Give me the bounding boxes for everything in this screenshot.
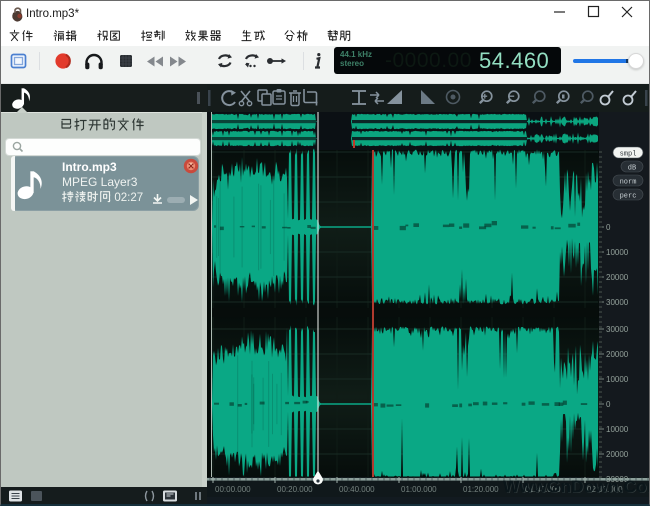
svg-text:perc: perc <box>620 193 637 201</box>
svg-text:00:00.000: 00:00.000 <box>215 485 251 494</box>
svg-text:10000: 10000 <box>606 248 629 257</box>
svg-text:dB: dB <box>628 165 636 173</box>
svg-text:smpl: smpl <box>620 151 637 159</box>
svg-text:20000: 20000 <box>606 273 629 282</box>
svg-text:00:40.000: 00:40.000 <box>339 485 375 494</box>
svg-text:10000: 10000 <box>606 375 629 384</box>
svg-text:01:20.000: 01:20.000 <box>463 485 499 494</box>
svg-text:: 02:27: : 02:27 <box>108 192 143 204</box>
svg-text:norm: norm <box>620 179 637 187</box>
svg-text:01:00.000: 01:00.000 <box>401 485 437 494</box>
svg-text:20000: 20000 <box>606 450 629 459</box>
svg-text:WwwGnDown.Com: WwwGnDown.Com <box>503 476 650 496</box>
svg-text:10000: 10000 <box>606 425 629 434</box>
svg-text:30000: 30000 <box>606 298 629 307</box>
svg-text:0: 0 <box>606 400 611 409</box>
svg-text:20000: 20000 <box>606 350 629 359</box>
svg-text:0: 0 <box>606 223 611 232</box>
svg-text:30000: 30000 <box>606 325 629 334</box>
svg-text:00:20.000: 00:20.000 <box>277 485 313 494</box>
